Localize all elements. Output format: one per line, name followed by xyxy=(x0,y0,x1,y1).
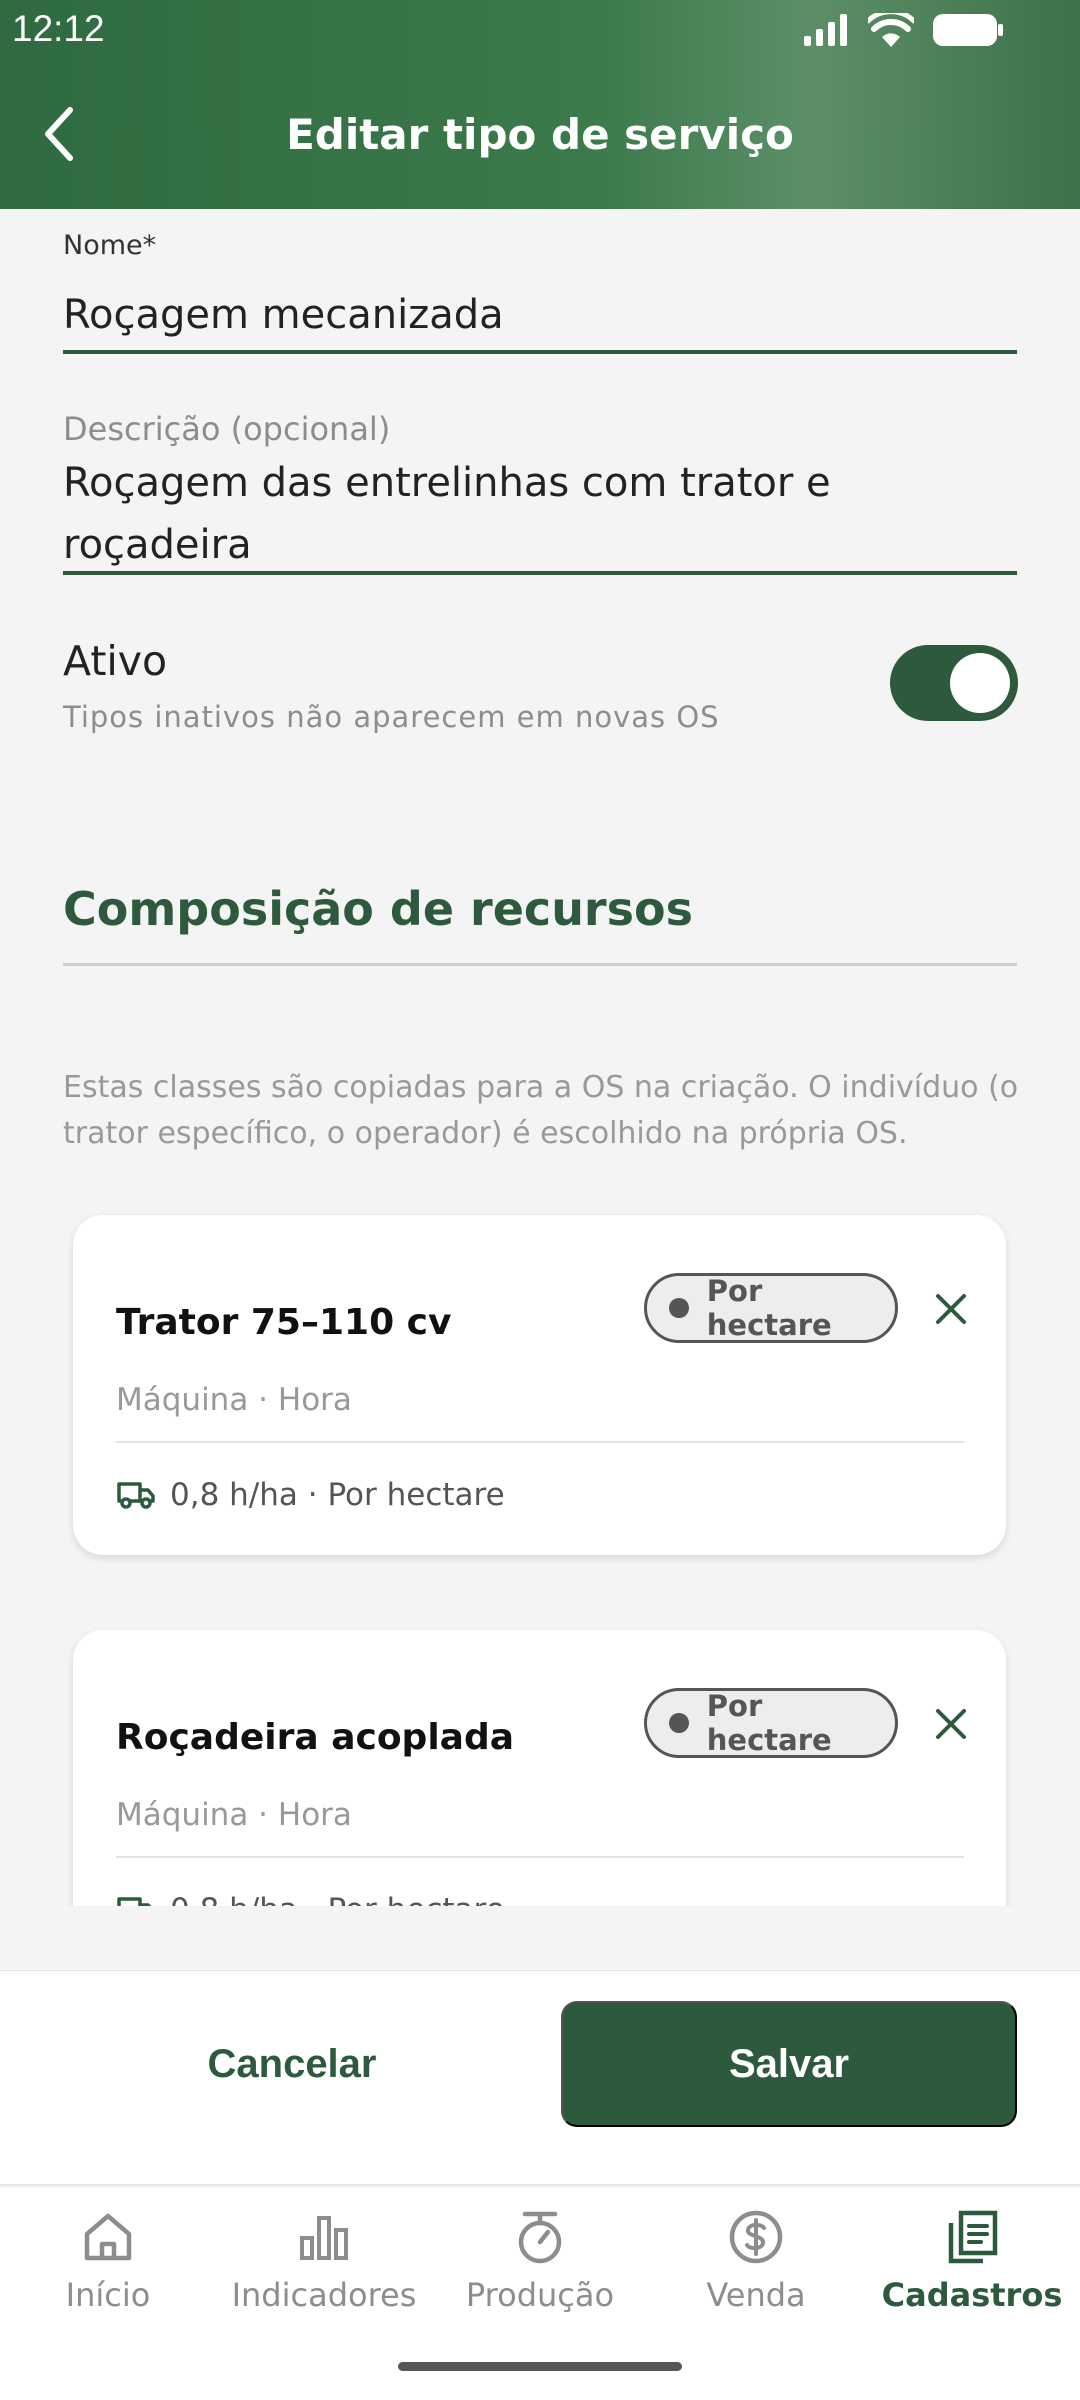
truck-icon xyxy=(117,1482,155,1509)
active-label: Ativo xyxy=(63,637,168,685)
truck-icon xyxy=(117,1897,152,1906)
signal-icon xyxy=(804,14,847,46)
resource-meta: Máquina · Hora xyxy=(116,1797,352,1833)
resource-list[interactable]: Trator 75–110 cv Por hectare Máquina · H… xyxy=(0,1200,1080,1906)
resource-meta: Máquina · Hora xyxy=(116,1382,352,1418)
close-icon xyxy=(936,1709,966,1739)
nav-label: Início xyxy=(65,2276,151,2314)
nav-item-venda[interactable]: Venda xyxy=(648,2208,864,2314)
resource-name: Roçadeira acoplada xyxy=(116,1717,515,1758)
chip-dot xyxy=(669,1713,689,1733)
documents-icon xyxy=(948,2210,998,2264)
dollar-icon xyxy=(729,2210,783,2264)
wifi-icon xyxy=(868,13,914,47)
chip-label: Por hectare xyxy=(706,1689,832,1757)
nav-item-cadastros[interactable]: Cadastros xyxy=(864,2208,1080,2314)
name-field-underline xyxy=(63,350,1017,354)
resource-card: Roçadeira acoplada Por hectare Máquina ·… xyxy=(73,1630,1006,1906)
description-line: roçadeira xyxy=(63,522,252,568)
active-toggle[interactable] xyxy=(890,645,1018,721)
bar-chart-icon xyxy=(300,2216,348,2260)
rate-text: 0,8 h/ha · Por hectare xyxy=(170,1477,505,1513)
nav-item-producao[interactable]: Produção xyxy=(432,2208,648,2314)
nav-label: Venda xyxy=(706,2276,806,2314)
action-bar: Cancelar Salvar xyxy=(0,1970,1080,2186)
remove-resource-button[interactable] xyxy=(935,1708,967,1740)
resource-rate: 0,8 h/ha · Por hectare xyxy=(116,1477,505,1513)
billing-chip[interactable]: Por hectare xyxy=(644,1273,898,1343)
app-header: 12:12 Editar tipo de serviço xyxy=(0,0,1080,209)
chip-label: Por hectare xyxy=(706,1274,832,1342)
nav-item-indicadores[interactable]: Indicadores xyxy=(216,2208,432,2314)
status-time: 12:12 xyxy=(12,8,105,49)
rate-text: 0,8 h/ha · Por hectare xyxy=(170,1892,505,1906)
section-description: Estas classes são copiadas para a OS na … xyxy=(63,1070,1019,1151)
nav-label: Cadastros xyxy=(881,2276,1063,2314)
remove-resource-button[interactable] xyxy=(935,1293,967,1325)
nav-item-inicio[interactable]: Início xyxy=(0,2208,216,2314)
billing-chip[interactable]: Por hectare xyxy=(644,1688,898,1758)
battery-icon xyxy=(933,14,1003,46)
page-title: Editar tipo de serviço xyxy=(286,110,794,159)
card-divider xyxy=(116,1441,964,1443)
resource-rate: 0,8 h/ha · Por hectare xyxy=(116,1892,505,1906)
description-field-underline xyxy=(63,571,1017,575)
name-field[interactable]: Roçagem mecanizada xyxy=(63,284,504,346)
close-icon xyxy=(936,1294,966,1324)
status-icons xyxy=(802,12,1004,48)
save-button[interactable]: Salvar xyxy=(561,2001,1017,2127)
resource-name: Trator 75–110 cv xyxy=(116,1302,452,1343)
active-hint: Tipos inativos não aparecem em novas OS xyxy=(63,700,720,734)
description-label: Descrição (opcional) xyxy=(63,410,391,448)
toggle-knob xyxy=(950,653,1010,713)
nav-label: Indicadores xyxy=(231,2276,417,2314)
nav-label: Produção xyxy=(465,2276,615,2314)
cancel-button[interactable]: Cancelar xyxy=(62,2001,522,2127)
description-line: Roçagem das entrelinhas com trator e xyxy=(63,460,831,506)
home-icon xyxy=(84,2213,132,2261)
resource-card: Trator 75–110 cv Por hectare Máquina · H… xyxy=(73,1215,1006,1555)
section-divider xyxy=(63,963,1017,966)
name-label: Nome* xyxy=(63,230,157,261)
scale-icon xyxy=(518,2211,562,2264)
chip-dot xyxy=(669,1298,689,1318)
section-title: Composição de recursos xyxy=(63,882,693,936)
card-divider xyxy=(116,1856,964,1858)
home-indicator[interactable] xyxy=(398,2362,682,2371)
